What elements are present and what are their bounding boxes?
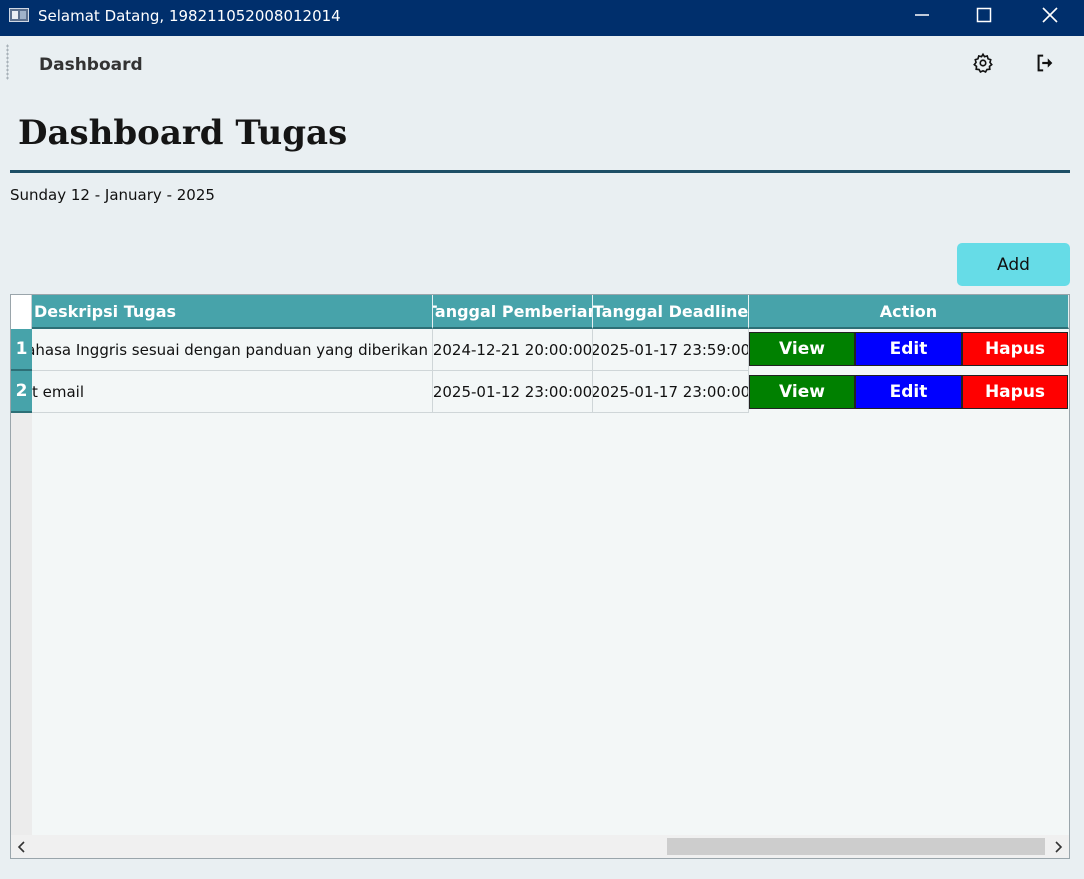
- maximize-button[interactable]: [953, 0, 1015, 30]
- heading-divider: [10, 170, 1070, 173]
- logout-icon: [1037, 54, 1053, 72]
- logout-button[interactable]: [1032, 50, 1058, 76]
- chevron-right-icon: [1055, 840, 1063, 853]
- add-button[interactable]: Add: [957, 243, 1070, 286]
- cell-tanggal-deadline[interactable]: 2025-01-17 23:59:00: [593, 329, 749, 371]
- column-header-tanggal-deadline[interactable]: Tanggal Deadline: [593, 295, 749, 329]
- edit-button[interactable]: Edit: [855, 375, 962, 409]
- maximize-icon: [976, 7, 992, 23]
- toolbar-grip[interactable]: [6, 44, 9, 80]
- title-bar: Selamat Datang, 198211052008012014: [0, 0, 1084, 36]
- task-table[interactable]: Deskripsi Tugas Tanggal Pemberian Tangga…: [10, 294, 1070, 859]
- window-title: Selamat Datang, 198211052008012014: [38, 7, 341, 25]
- horizontal-scrollbar[interactable]: [11, 835, 1069, 858]
- column-header-action[interactable]: Action: [749, 295, 1069, 329]
- hapus-button[interactable]: Hapus: [962, 375, 1068, 409]
- column-header-tanggal-pemberian[interactable]: Tanggal Pemberian: [433, 295, 593, 329]
- table-corner[interactable]: [11, 295, 32, 329]
- scroll-right-button[interactable]: [1049, 835, 1067, 858]
- minimize-icon: [915, 14, 929, 16]
- minimize-button[interactable]: [891, 0, 953, 30]
- cell-deskripsi[interactable]: 3ahasa Inggris sesuai dengan panduan yan…: [32, 329, 433, 371]
- column-header-deskripsi[interactable]: Deskripsi Tugas: [32, 295, 433, 329]
- page-title: Dashboard Tugas: [18, 113, 348, 153]
- chevron-left-icon: [17, 840, 25, 853]
- close-icon: [1042, 7, 1058, 23]
- window-app-icon: [9, 8, 29, 22]
- current-date: Sunday 12 - January - 2025: [10, 186, 215, 204]
- cell-tanggal-deadline[interactable]: 2025-01-17 23:00:00: [593, 371, 749, 413]
- cell-tanggal-pemberian[interactable]: 2025-01-12 23:00:00: [433, 371, 593, 413]
- edit-button[interactable]: Edit: [855, 332, 962, 366]
- toolbar-title: Dashboard: [39, 55, 143, 75]
- close-button[interactable]: [1019, 0, 1081, 30]
- hapus-button[interactable]: Hapus: [962, 332, 1068, 366]
- cell-deskripsi[interactable]: t email: [32, 371, 433, 413]
- view-button[interactable]: View: [749, 375, 855, 409]
- row-number[interactable]: 2: [11, 371, 32, 413]
- gear-icon: [973, 52, 993, 74]
- cell-tanggal-pemberian[interactable]: 2024-12-21 20:00:00: [433, 329, 593, 371]
- scroll-left-button[interactable]: [13, 835, 31, 858]
- view-button[interactable]: View: [749, 332, 855, 366]
- scrollbar-thumb[interactable]: [667, 838, 1045, 855]
- row-number[interactable]: 1: [11, 329, 32, 371]
- settings-button[interactable]: [970, 50, 996, 76]
